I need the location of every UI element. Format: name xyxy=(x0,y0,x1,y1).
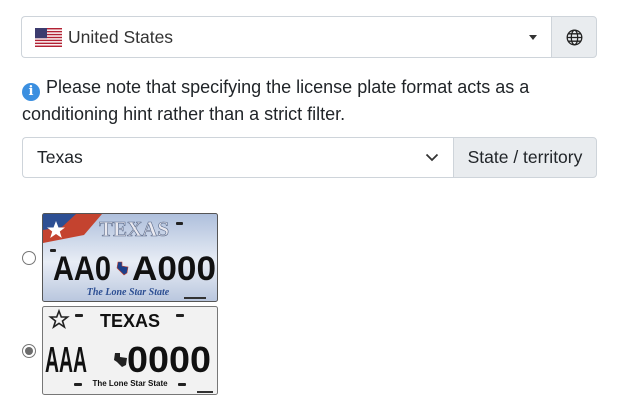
country-select[interactable]: United States xyxy=(21,16,551,58)
plate-option-1: TEXAS AA0 A000 The Lone Star State xyxy=(22,213,218,302)
caret-down-icon xyxy=(529,34,537,40)
country-select-group: United States xyxy=(21,16,597,58)
plate-1-number-left: AA0 xyxy=(53,250,111,288)
plate-1-state: TEXAS xyxy=(99,217,169,241)
format-note-text: Please note that specifying the license … xyxy=(22,77,530,124)
globe-button[interactable] xyxy=(551,16,597,58)
plate-2-state: TEXAS xyxy=(100,311,160,331)
plate-radio-2[interactable] xyxy=(22,343,36,358)
plate-2-number-right: 0000 xyxy=(127,339,211,380)
plate-2-number-left: AAA xyxy=(45,339,87,380)
country-select-value: United States xyxy=(68,26,174,47)
format-note: i Please note that specifying the license… xyxy=(22,74,582,128)
plate-2-slogan: The Lone Star State xyxy=(92,379,168,388)
plate-1-number-right: A000 xyxy=(132,250,216,288)
texas-plate-1[interactable]: TEXAS AA0 A000 The Lone Star State xyxy=(42,213,218,302)
state-territory-label: State / territory xyxy=(453,137,597,178)
state-select-value: Texas xyxy=(37,147,83,167)
chevron-down-icon xyxy=(425,153,439,162)
texas-plate-2[interactable]: TEXAS AAA 0000 The Lone Star State xyxy=(42,306,218,395)
globe-icon xyxy=(566,29,582,45)
plate-1-slogan: The Lone Star State xyxy=(87,287,170,298)
state-select[interactable]: Texas xyxy=(22,137,453,178)
state-select-group: Texas State / territory xyxy=(22,137,597,178)
plate-option-2: TEXAS AAA 0000 The Lone Star State xyxy=(22,306,218,395)
us-flag-icon xyxy=(35,27,62,47)
plate-radio-1[interactable] xyxy=(22,250,36,265)
info-icon: i xyxy=(22,83,40,101)
